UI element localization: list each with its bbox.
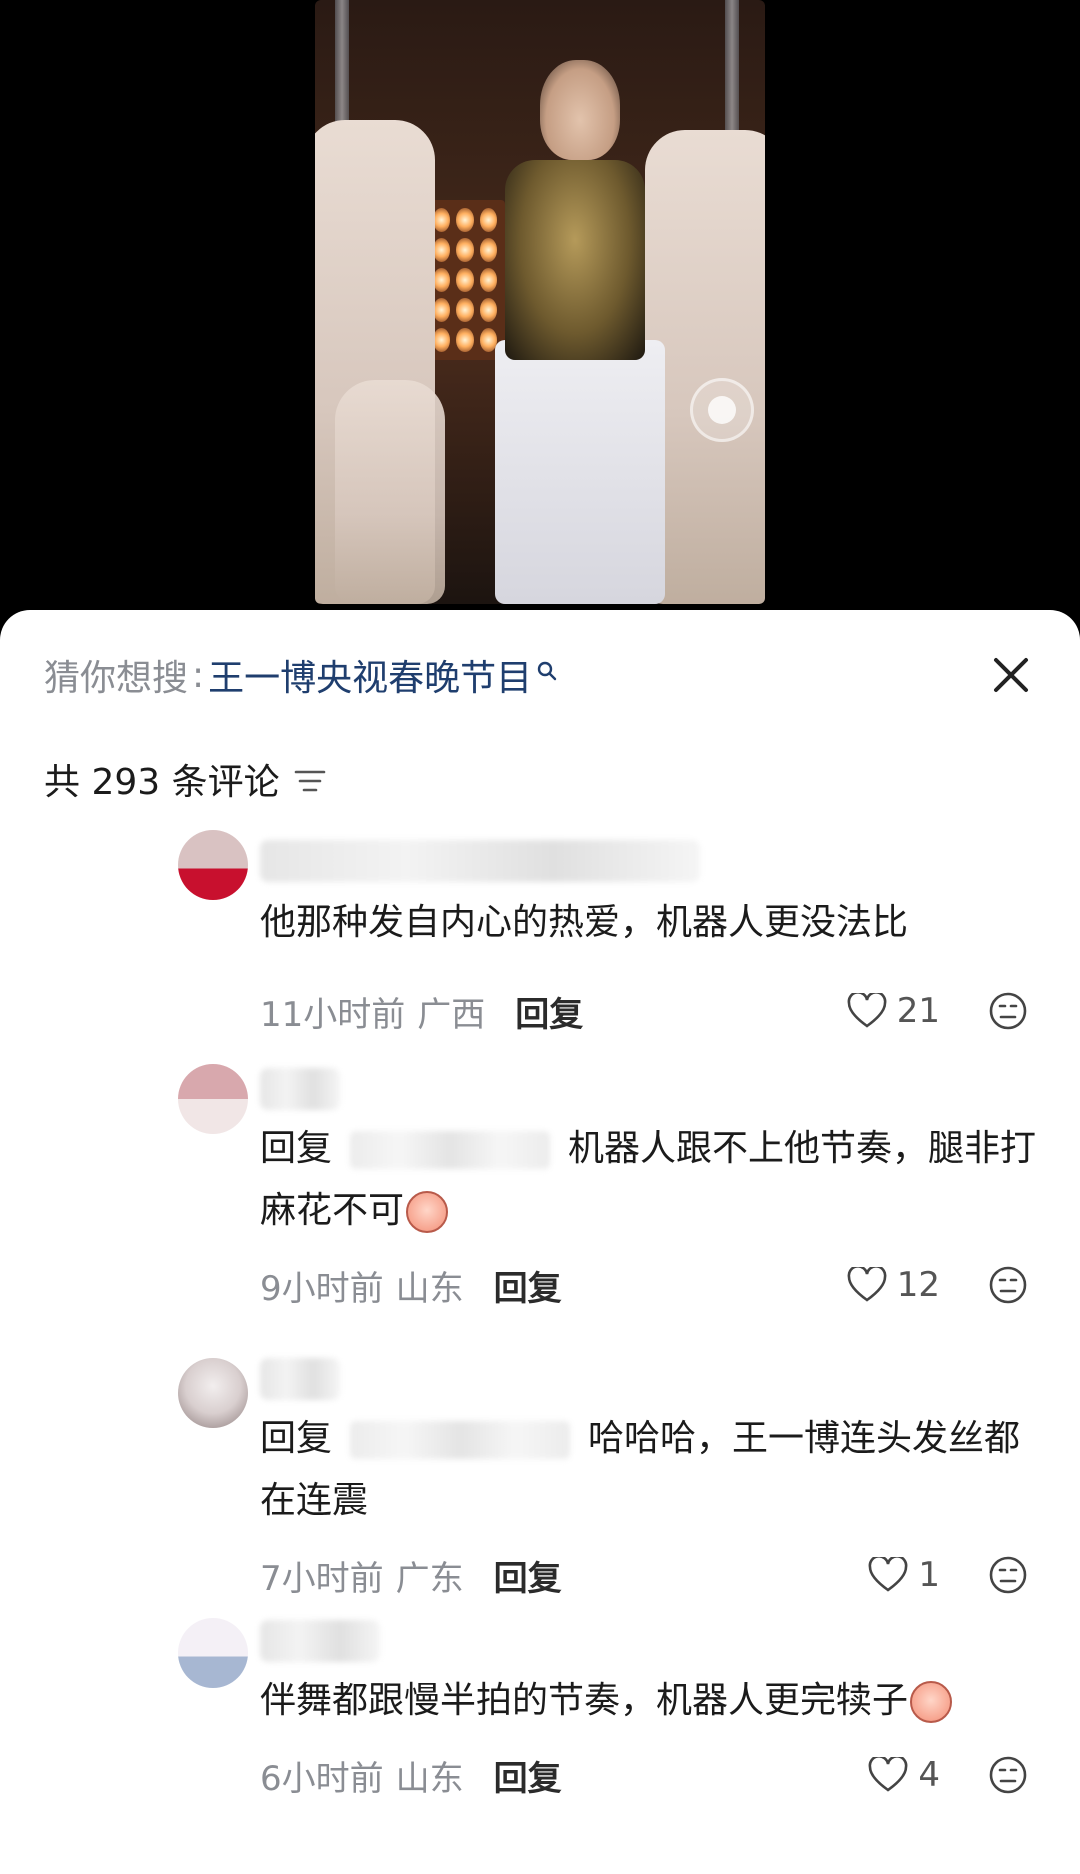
comment-text: 回复 机器人跟不上他节奏，腿非打麻花不可 (260, 1118, 1050, 1242)
search-suggestion-prefix: 猜你想搜 (44, 658, 189, 699)
crying-face-emoji-icon (910, 1681, 953, 1723)
lead-dancer-head (540, 60, 620, 160)
like-count: 4 (918, 1755, 940, 1795)
reply-prefix: 回复 (260, 1128, 333, 1169)
comment-count: 共 293 条评论 (44, 754, 326, 804)
username-blurred[interactable] (260, 1358, 340, 1400)
avatar[interactable] (178, 1618, 248, 1688)
heart-icon (868, 1757, 908, 1792)
search-icon (536, 650, 558, 681)
reply-button[interactable]: 回复 (515, 987, 583, 1036)
comment-time: 9小时前 (260, 1268, 384, 1309)
comment-sheet: 猜你想搜 : 王一博央视春晚节目 共 293 条评论 他那种发自内心的热爱，机器… (0, 610, 1080, 1874)
video-player[interactable] (315, 0, 765, 604)
reply-target-blurred[interactable] (350, 1131, 551, 1169)
avatar[interactable] (178, 1064, 248, 1134)
peach-face-emoji-icon (406, 1191, 449, 1233)
avatar[interactable] (178, 830, 248, 900)
dislike-face-icon[interactable] (988, 991, 1028, 1031)
comment-text: 回复 哈哈哈，王一博连头发丝都在连震 (260, 1408, 1050, 1532)
like-button[interactable]: 1 (868, 1550, 940, 1600)
comment-region: 山东 (395, 1758, 464, 1799)
lead-dancer-jacket (505, 160, 645, 360)
heart-icon (868, 1557, 908, 1592)
reply-target-blurred[interactable] (350, 1421, 571, 1459)
username-blurred[interactable] (260, 1620, 380, 1662)
comment-region: 山东 (395, 1268, 464, 1309)
reply-button[interactable]: 回复 (494, 1751, 562, 1800)
stage-light-panel (425, 200, 505, 360)
username-blurred[interactable] (260, 1068, 340, 1110)
search-suggestion-separator: : (192, 654, 205, 696)
close-icon[interactable] (986, 650, 1036, 700)
lead-dancer-pants (495, 340, 665, 604)
search-suggestion-term[interactable]: 王一博央视春晚节目 (208, 649, 532, 701)
reply-prefix: 回复 (260, 1418, 333, 1459)
video-area[interactable] (0, 0, 1080, 620)
like-button[interactable]: 12 (847, 1260, 940, 1310)
like-count: 12 (896, 1265, 940, 1305)
comment-meta: 6小时前 山东 回复 (260, 1750, 562, 1800)
like-button[interactable]: 4 (868, 1750, 940, 1800)
comment-time: 7小时前 (260, 1558, 384, 1599)
dislike-face-icon[interactable] (988, 1555, 1028, 1595)
username-blurred[interactable] (260, 840, 700, 882)
avatar[interactable] (178, 1358, 248, 1428)
heart-icon (847, 993, 887, 1028)
play-indicator-icon[interactable] (690, 378, 754, 442)
comment-count-label: 共 293 条评论 (44, 762, 280, 803)
comment-body: 伴舞都跟慢半拍的节奏，机器人更完犊子 (260, 1680, 909, 1721)
comment-text: 伴舞都跟慢半拍的节奏，机器人更完犊子 (260, 1670, 1050, 1732)
comment-meta: 9小时前 山东 回复 (260, 1260, 562, 1310)
like-button[interactable]: 21 (847, 986, 940, 1036)
sort-icon[interactable] (294, 764, 326, 794)
comment-meta: 7小时前 广东 回复 (260, 1550, 562, 1600)
comment-body: 他那种发自内心的热爱，机器人更没法比 (260, 902, 909, 943)
like-count: 21 (896, 991, 940, 1031)
comment-time: 6小时前 (260, 1758, 384, 1799)
reply-button[interactable]: 回复 (494, 1261, 562, 1310)
comment-region: 广东 (395, 1558, 464, 1599)
screen: 猜你想搜 : 王一博央视春晚节目 共 293 条评论 他那种发自内心的热爱，机器… (0, 0, 1080, 1874)
search-suggestion[interactable]: 猜你想搜 : 王一博央视春晚节目 (44, 650, 558, 700)
comment-text: 他那种发自内心的热爱，机器人更没法比 (260, 892, 1050, 954)
comment-region: 广西 (417, 994, 486, 1035)
dislike-face-icon[interactable] (988, 1265, 1028, 1305)
dancer-left-legs (335, 380, 445, 604)
dislike-face-icon[interactable] (988, 1755, 1028, 1795)
like-count: 1 (918, 1555, 940, 1595)
reply-button[interactable]: 回复 (494, 1551, 562, 1600)
comment-time: 11小时前 (260, 994, 406, 1035)
heart-icon (847, 1267, 887, 1302)
comment-meta: 11小时前 广西 回复 (260, 986, 583, 1036)
